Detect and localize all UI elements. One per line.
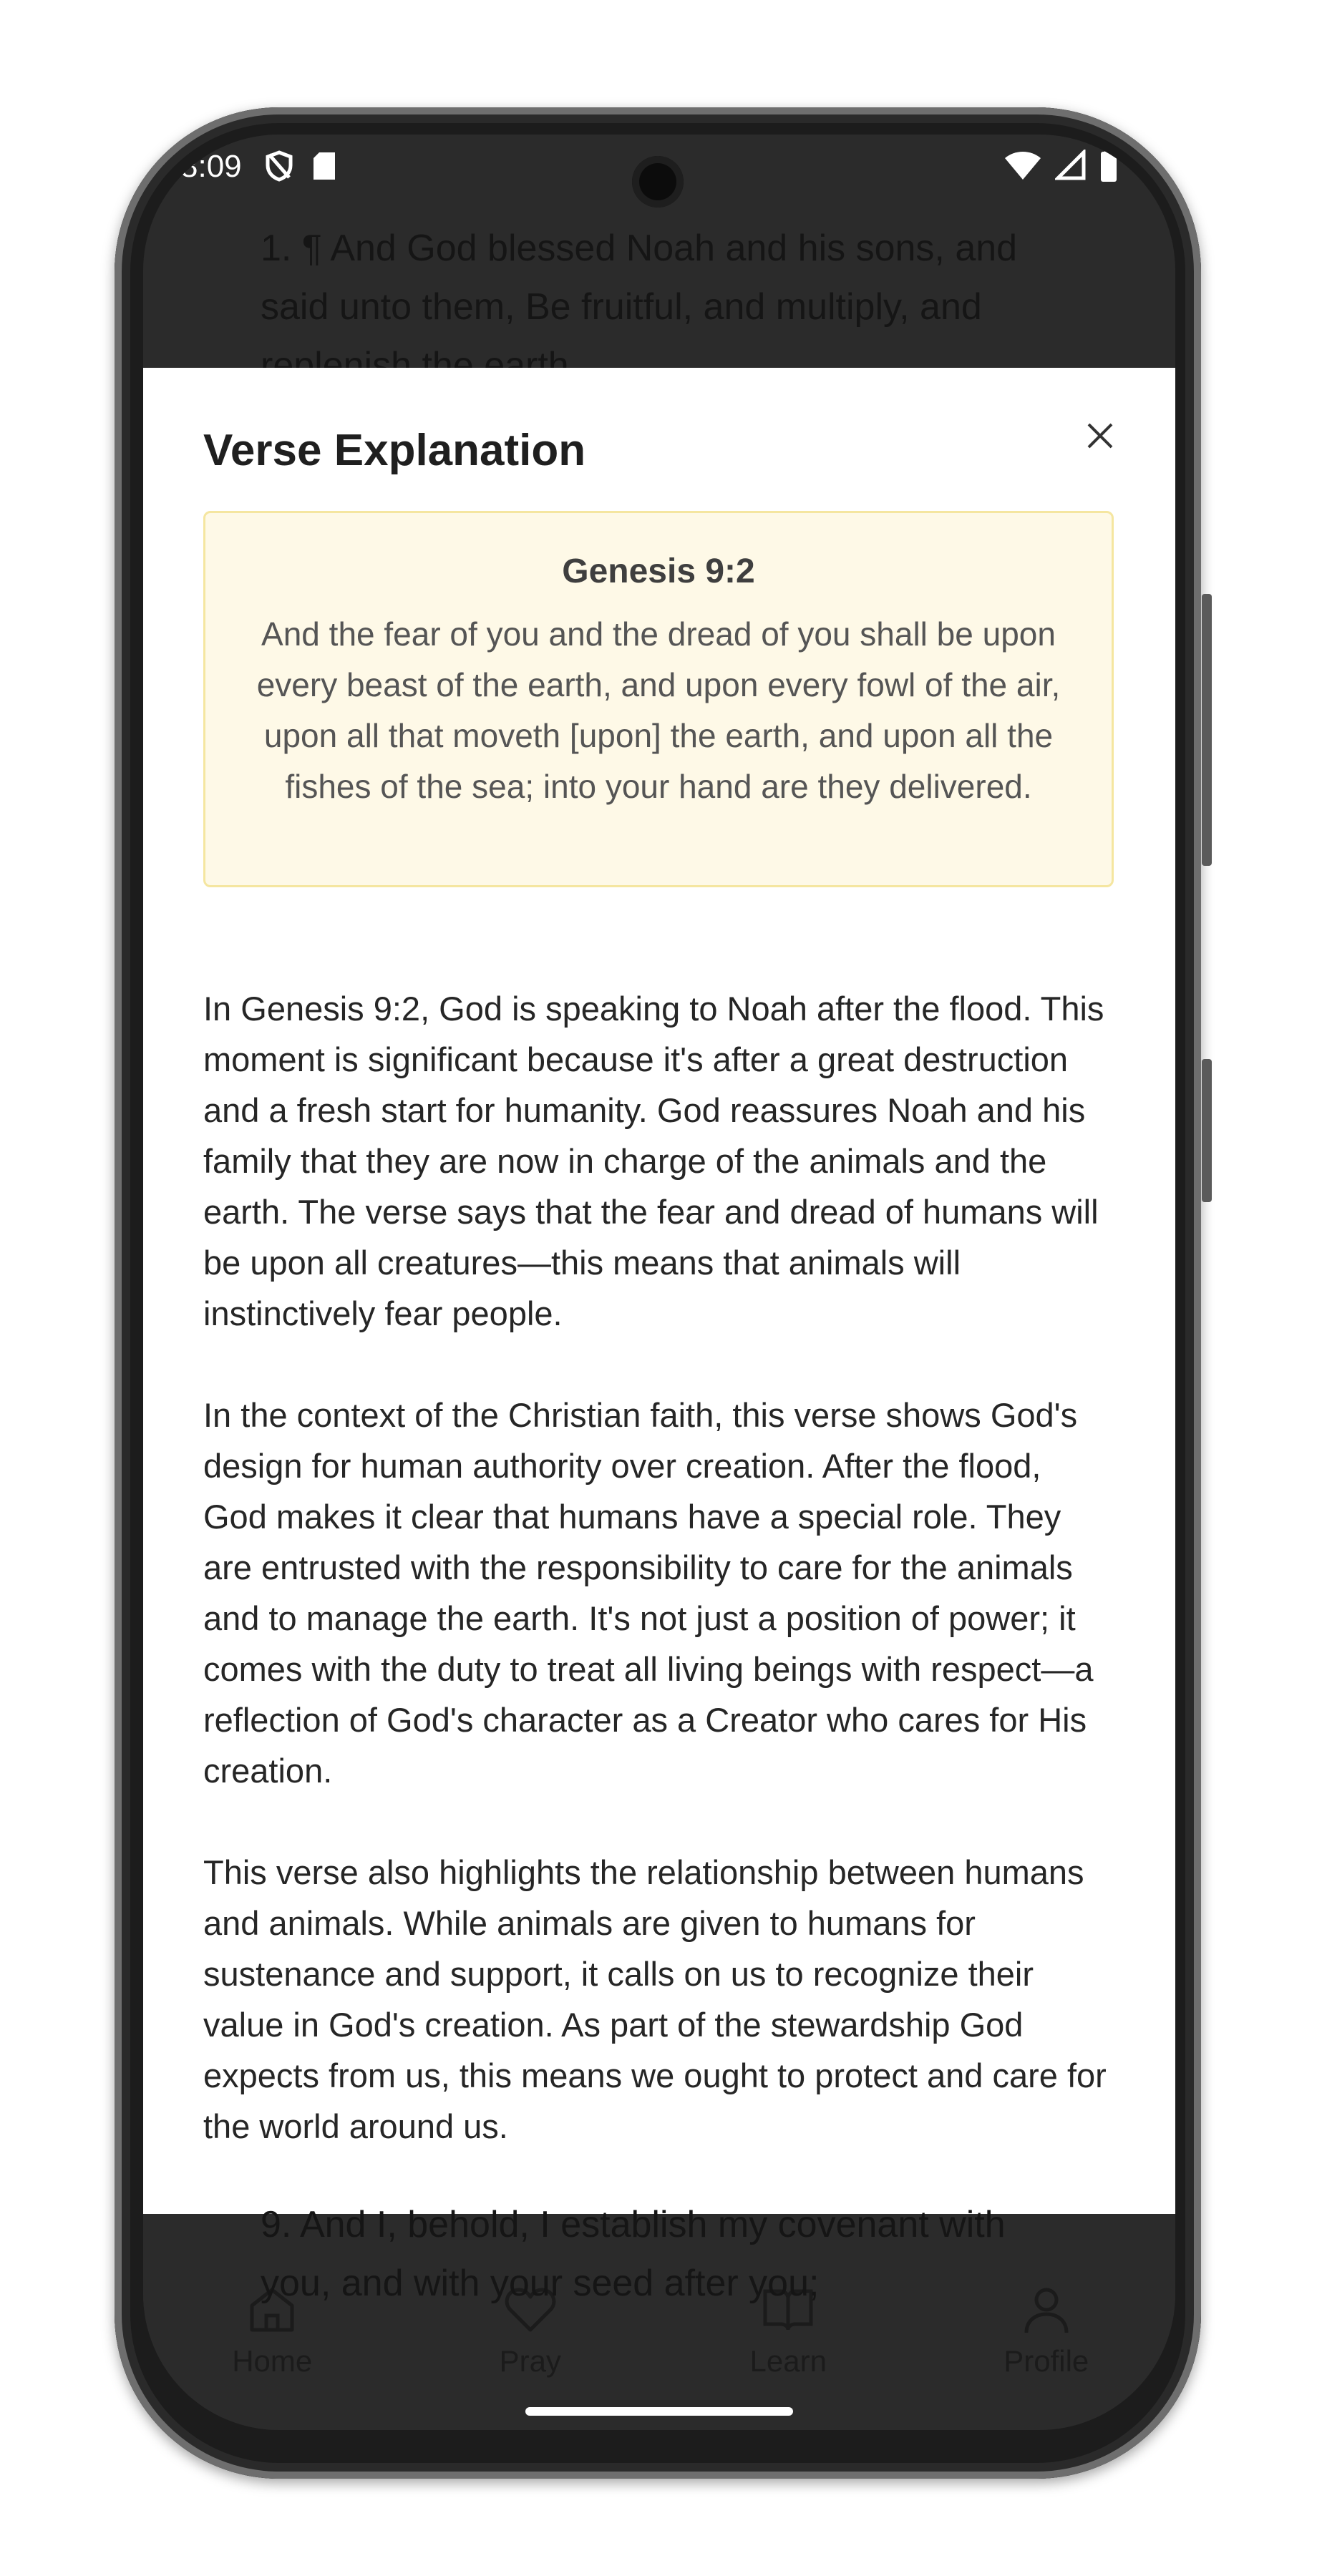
explanation-paragraph: In Genesis 9:2, God is speaking to Noah … xyxy=(203,990,1104,1332)
nav-label-profile: Profile xyxy=(1003,2344,1089,2378)
explanation-body: In Genesis 9:2, God is speaking to Noah … xyxy=(203,983,1114,2202)
wifi-icon xyxy=(1005,152,1041,180)
power-button xyxy=(1202,1059,1212,1202)
explanation-paragraph: This verse also highlights the relations… xyxy=(203,1853,1107,2145)
shield-icon xyxy=(266,150,293,182)
screen: 8:09 1. ¶ And God blessed Noah and his s… xyxy=(143,135,1175,2430)
home-indicator[interactable] xyxy=(525,2407,793,2416)
explanation-paragraph: In the context of the Christian faith, t… xyxy=(203,1396,1094,1790)
front-camera xyxy=(632,156,684,208)
verse-card: Genesis 9:2 And the fear of you and the … xyxy=(203,511,1114,887)
nav-label-home: Home xyxy=(232,2344,313,2378)
verse-explanation-modal: Verse Explanation Genesis 9:2 And the fe… xyxy=(143,368,1175,2214)
nav-label-learn: Learn xyxy=(749,2344,827,2378)
modal-title: Verse Explanation xyxy=(203,426,586,475)
battery-icon xyxy=(1101,149,1117,182)
verse-text: And the fear of you and the dread of you… xyxy=(256,615,1061,805)
close-icon xyxy=(1087,423,1113,449)
volume-button xyxy=(1202,594,1212,866)
background-verse-bottom-visible: 9. And I, behold, I establish my covenan… xyxy=(261,2204,1006,2304)
verse-reference: Genesis 9:2 xyxy=(562,552,755,590)
cell-signal-icon xyxy=(1055,150,1086,180)
sd-card-icon xyxy=(314,152,335,180)
close-button[interactable] xyxy=(1068,404,1132,468)
status-bar: 8:09 xyxy=(143,135,1175,213)
nav-label-pray: Pray xyxy=(499,2344,561,2378)
status-time: 8:09 xyxy=(180,149,242,184)
